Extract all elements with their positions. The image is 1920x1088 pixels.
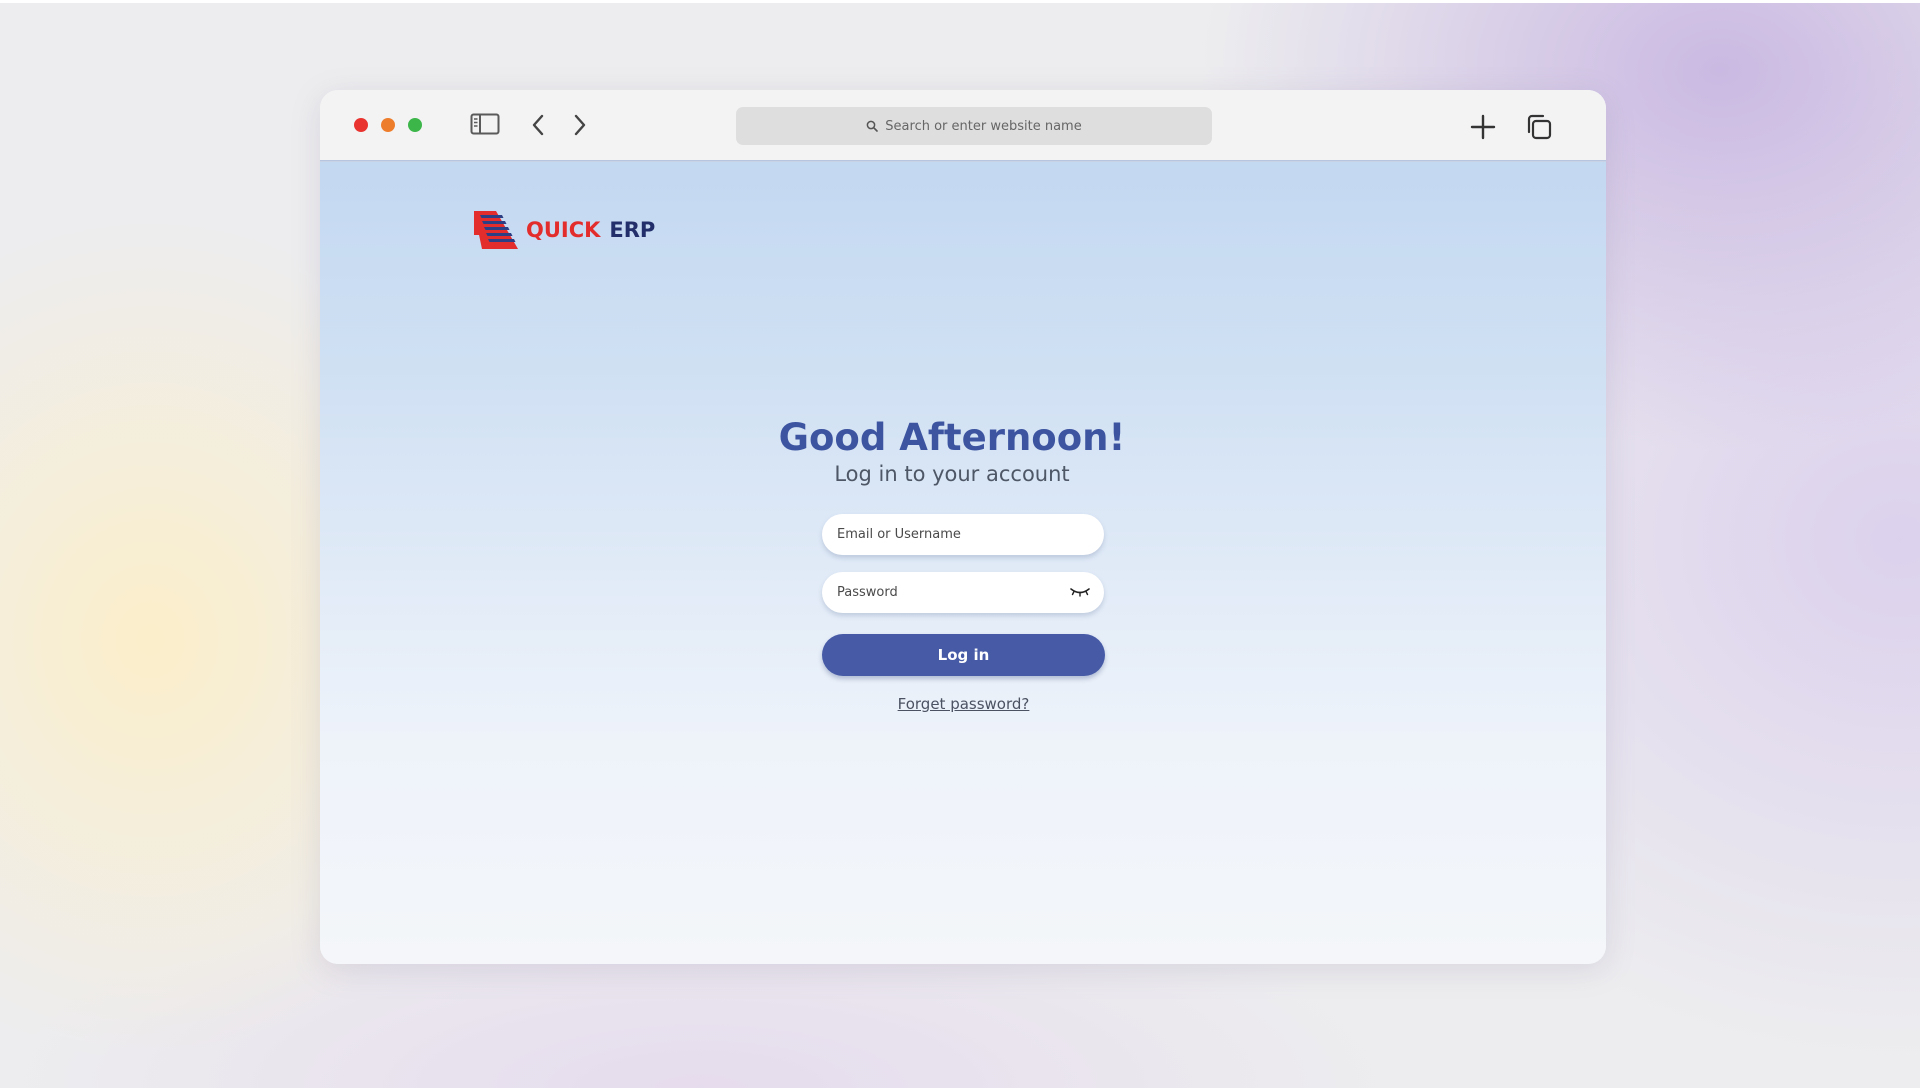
email-placeholder: Email or Username (837, 527, 961, 542)
maximize-window-button[interactable] (408, 118, 422, 132)
minimize-window-button[interactable] (381, 118, 395, 132)
browser-toolbar: Search or enter website name (320, 90, 1606, 160)
forgot-password-link[interactable]: Forget password? (822, 695, 1105, 713)
search-icon (866, 120, 879, 132)
login-button[interactable]: Log in (822, 634, 1105, 676)
password-field[interactable]: Password (822, 572, 1104, 613)
sidebar-icon[interactable] (470, 113, 500, 135)
logo-mark-icon (474, 211, 518, 249)
address-bar[interactable]: Search or enter website name (736, 107, 1212, 145)
forward-icon[interactable] (572, 113, 588, 137)
eye-closed-icon[interactable] (1070, 587, 1090, 597)
email-field[interactable]: Email or Username (822, 514, 1104, 555)
greeting-heading: Good Afternoon! (778, 416, 1126, 459)
login-page: QUICK ERP Good Afternoon! Log in to your… (320, 162, 1606, 964)
tab-overview-icon[interactable] (1525, 114, 1553, 140)
brand-name-erp: ERP (609, 218, 656, 242)
back-icon[interactable] (530, 113, 546, 137)
login-subtitle: Log in to your account (834, 462, 1070, 486)
password-placeholder: Password (837, 585, 898, 600)
brand-logo: QUICK ERP (474, 211, 655, 249)
new-tab-icon[interactable] (1470, 114, 1496, 140)
brand-name-quick: QUICK (526, 218, 601, 242)
close-window-button[interactable] (354, 118, 368, 132)
top-strip (0, 0, 1920, 3)
browser-window: Search or enter website name QUICK ERP G… (320, 90, 1606, 964)
address-bar-placeholder: Search or enter website name (885, 118, 1082, 134)
